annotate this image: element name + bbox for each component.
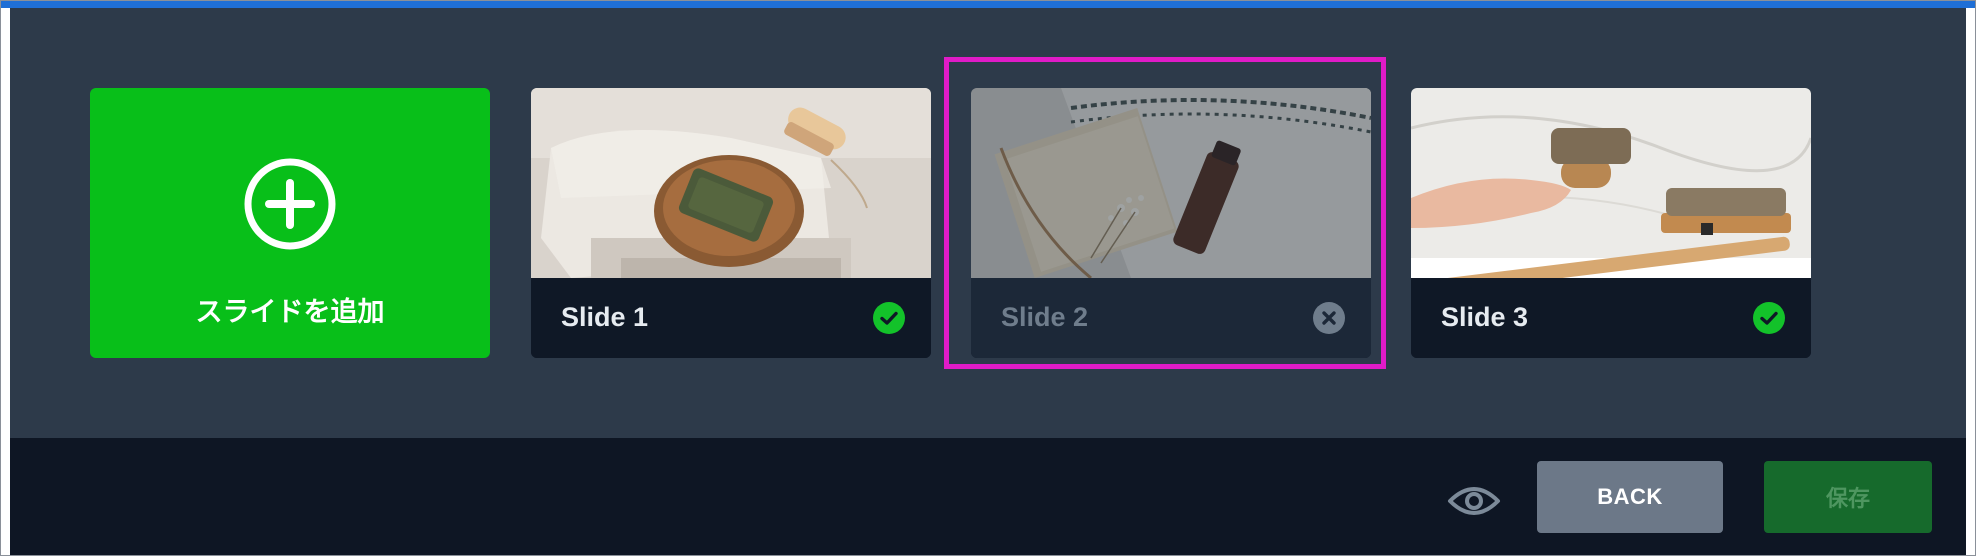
- eye-icon[interactable]: [1445, 472, 1503, 530]
- slide-card-1[interactable]: Slide 1: [531, 88, 931, 358]
- slide-card-3[interactable]: Slide 3: [1411, 88, 1811, 358]
- slides-panel: スライドを追加 Slide 1 Slide 2 Slide 3: [10, 8, 1966, 438]
- slide-3-caption: Slide 3: [1411, 278, 1811, 358]
- slide-3-thumbnail: [1411, 88, 1811, 278]
- check-circle-icon: [1753, 302, 1785, 334]
- slide-1-caption: Slide 1: [531, 278, 931, 358]
- save-button[interactable]: 保存: [1764, 461, 1932, 533]
- check-circle-icon: [873, 302, 905, 334]
- slide-2-caption: Slide 2: [971, 278, 1371, 358]
- app-frame: スライドを追加 Slide 1 Slide 2 Slide 3 BACK 保存: [0, 0, 1976, 556]
- add-slide-label: スライドを追加: [195, 297, 385, 328]
- footer-bar: BACK 保存: [10, 438, 1966, 555]
- slide-card-2[interactable]: Slide 2: [971, 88, 1371, 358]
- slide-2-name: Slide 2: [1001, 302, 1089, 332]
- back-button[interactable]: BACK: [1537, 461, 1723, 533]
- plus-circle-icon: [244, 158, 336, 250]
- slide-3-name: Slide 3: [1441, 302, 1529, 332]
- slide-2-disabled-overlay: [971, 88, 1371, 278]
- slide-1-thumbnail: [531, 88, 931, 278]
- close-circle-icon[interactable]: [1313, 302, 1345, 334]
- top-accent-bar: [1, 1, 1975, 8]
- slide-1-name: Slide 1: [561, 302, 649, 332]
- left-edge: [1, 8, 10, 555]
- add-slide-button[interactable]: スライドを追加: [90, 88, 490, 358]
- right-edge: [1966, 8, 1975, 555]
